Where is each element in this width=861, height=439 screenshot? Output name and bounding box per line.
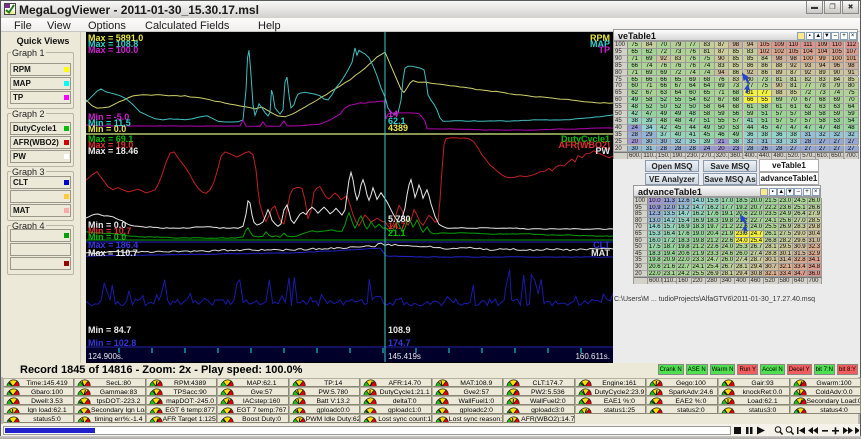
svg-text:TP: TP xyxy=(598,45,610,55)
svg-text:21.1: 21.1 xyxy=(388,228,406,238)
svg-text:160.611s.: 160.611s. xyxy=(575,352,610,361)
svg-text:108.9: 108.9 xyxy=(388,325,411,335)
svg-text:Min = 102.8: Min = 102.8 xyxy=(88,338,136,348)
svg-text:4389: 4389 xyxy=(388,123,408,133)
svg-text:174.7: 174.7 xyxy=(388,338,411,348)
svg-text:145.419s: 145.419s xyxy=(388,352,421,361)
svg-text:Min = 84.7: Min = 84.7 xyxy=(88,325,131,335)
svg-text:Max = 110.7: Max = 110.7 xyxy=(88,248,138,258)
svg-text:Max = 100.0: Max = 100.0 xyxy=(88,45,138,55)
svg-text:Min = 0.0: Min = 0.0 xyxy=(88,124,126,134)
svg-text:MAT: MAT xyxy=(591,248,610,258)
svg-text:PW: PW xyxy=(596,146,611,156)
svg-text:124.900s.: 124.900s. xyxy=(88,352,123,361)
svg-text:Max = 18.46: Max = 18.46 xyxy=(88,146,138,156)
